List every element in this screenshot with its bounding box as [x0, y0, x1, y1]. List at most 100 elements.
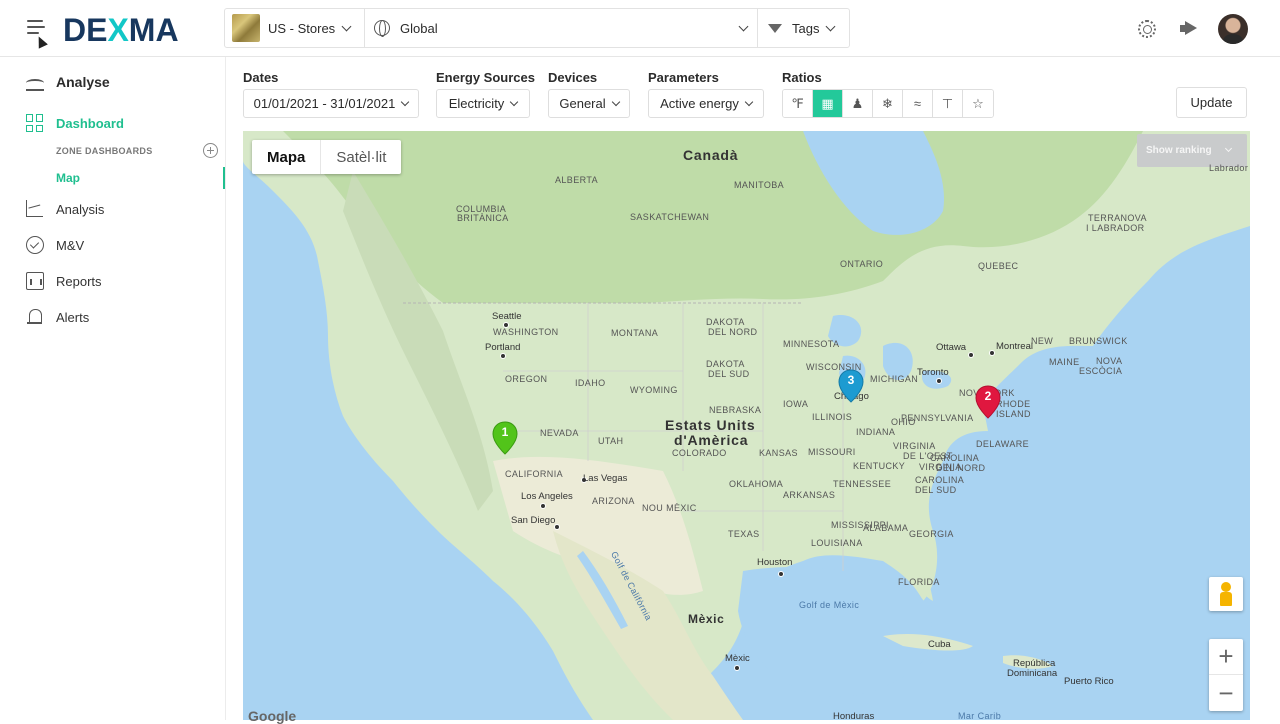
city-label: Mèxic	[725, 653, 750, 664]
city-label: San Diego	[511, 515, 556, 526]
sidebar-item-dashboard[interactable]: Dashboard	[26, 114, 124, 132]
city-label: Las Vegas	[583, 473, 628, 484]
marker-number: 3	[847, 373, 855, 387]
bell-icon	[26, 308, 44, 326]
city-label: Portland	[485, 342, 521, 353]
map-label-region: MISSOURI	[808, 447, 856, 457]
map-label-canada: Canadà	[683, 147, 739, 163]
tags-selector-label: Tags	[792, 20, 820, 36]
map-label-usa: Estats Units	[665, 417, 756, 433]
map-label-region: TERRANOVA	[1088, 213, 1147, 223]
sidebar-section-analyse[interactable]: Analyse	[26, 73, 110, 91]
city-dot	[503, 322, 509, 328]
city-label: Seattle	[492, 311, 522, 322]
line-chart-icon	[26, 200, 44, 218]
map-label-region: DEL NORD	[708, 327, 758, 337]
update-button[interactable]: Update	[1176, 87, 1247, 118]
sidebar: Analyse Dashboard ZONE DASHBOARDS Map An…	[0, 57, 226, 720]
store-marker-1[interactable]: 1	[492, 421, 518, 455]
city-label: Toronto	[917, 367, 949, 378]
store-marker-3[interactable]: 3	[838, 369, 864, 403]
devices-dropdown[interactable]: General	[548, 89, 630, 118]
map-label-region: NOU MÈXIC	[642, 503, 697, 513]
location-selector[interactable]: Global	[365, 9, 758, 47]
people-icon[interactable]: ♟	[843, 90, 873, 117]
chevron-down-icon	[341, 21, 352, 31]
map-type-satellite[interactable]: Satèl·lit	[321, 140, 401, 174]
dashboard-icon	[26, 114, 44, 132]
map-label-region: PENNSYLVANIA	[901, 413, 974, 423]
check-circle-icon	[26, 236, 44, 254]
zoom-control: + −	[1209, 639, 1243, 711]
add-zone-dashboard-icon[interactable]	[203, 143, 218, 158]
city-label: Montreal	[996, 341, 1033, 352]
grid-icon[interactable]: ▦	[813, 90, 843, 117]
chevron-down-icon	[510, 97, 519, 106]
sidebar-item-reports[interactable]: Reports	[26, 272, 102, 290]
city-label: Cuba	[928, 639, 951, 650]
parameters-dropdown[interactable]: Active energy	[648, 89, 764, 118]
map-type-map[interactable]: Mapa	[252, 140, 322, 174]
map-label-region: CALIFORNIA	[505, 469, 564, 479]
devices-label: Devices	[548, 70, 598, 85]
city-label: Ottawa	[936, 342, 967, 353]
sidebar-item-label: Dashboard	[56, 115, 124, 131]
map-label-region: KANSAS	[759, 448, 798, 458]
map-label-region: Labrador	[1209, 163, 1249, 173]
thermo-degree-icon[interactable]: ℉	[783, 90, 813, 117]
map-label-region: VIRGINIA	[893, 441, 936, 451]
sidebar-item-label: Reports	[56, 273, 102, 289]
map-label-region: DELAWARE	[976, 439, 1030, 449]
map-label-region: KENTUCKY	[853, 461, 906, 471]
star-icon[interactable]: ☆	[963, 90, 993, 117]
chevron-down-icon	[401, 97, 410, 106]
map-label-region: MINNESOTA	[783, 339, 840, 349]
energy-sources-dropdown[interactable]: Electricity	[436, 89, 530, 118]
map-view[interactable]: Mapa Satèl·lit Show ranking Canadà Estat…	[243, 131, 1250, 720]
active-indicator	[223, 167, 225, 189]
cup-icon[interactable]: ⊤	[933, 90, 963, 117]
chevron-down-icon	[744, 97, 754, 106]
city-dot	[500, 353, 506, 359]
map-label-region: IOWA	[783, 399, 809, 409]
zoom-in-button[interactable]: +	[1209, 639, 1243, 675]
dates-value: 01/01/2021 - 31/01/2021	[253, 96, 396, 111]
map-label-region: I LABRADOR	[1086, 223, 1145, 233]
map-label-region: TENNESSEE	[833, 479, 892, 489]
cold-thermo-icon[interactable]: ❄	[873, 90, 903, 117]
megaphone-icon[interactable]	[1180, 21, 1198, 36]
thermo-wave-icon[interactable]: ≈	[903, 90, 933, 117]
dates-dropdown[interactable]: 01/01/2021 - 31/01/2021	[243, 89, 419, 118]
sidebar-section-label: Analyse	[56, 74, 110, 90]
user-avatar[interactable]	[1218, 14, 1248, 44]
sidebar-item-mv[interactable]: M&V	[26, 236, 84, 254]
map-label-region: ALBERTA	[555, 175, 598, 185]
sidebar-item-map[interactable]: Map	[56, 171, 80, 185]
street-view-pegman-icon[interactable]	[1209, 577, 1243, 611]
zone-dashboards-heading: ZONE DASHBOARDS	[56, 146, 153, 156]
sidebar-item-label: M&V	[56, 237, 85, 253]
sidebar-item-alerts[interactable]: Alerts	[26, 308, 89, 326]
sidebar-item-analysis[interactable]: Analysis	[26, 200, 104, 218]
map-label-region: INDIANA	[856, 427, 896, 437]
reports-icon	[26, 272, 44, 290]
map-label-region: DE L'OEST	[903, 451, 953, 461]
analyse-icon	[26, 73, 44, 91]
zoom-out-button[interactable]: −	[1209, 675, 1243, 711]
globe-icon	[374, 20, 390, 37]
chevron-down-icon	[1224, 144, 1232, 153]
map-label-region: ONTARIO	[840, 259, 884, 269]
city-label: Honduras	[833, 711, 875, 720]
city-label: Houston	[757, 557, 793, 568]
dexma-logo[interactable]: DEXMA	[63, 12, 179, 49]
map-label-region: BRUNSWICK	[1069, 336, 1128, 346]
map-label-region: UTAH	[598, 436, 624, 446]
tags-selector[interactable]: Tags	[758, 9, 849, 47]
map-label-region: GEORGIA	[909, 529, 954, 539]
map-label-region: ISLAND	[996, 409, 1031, 419]
store-marker-2[interactable]: 2	[975, 385, 1001, 419]
store-selector-label: US - Stores	[268, 20, 336, 36]
sea-label: Mar Carib	[958, 711, 1002, 720]
store-selector[interactable]: US - Stores	[225, 9, 365, 47]
settings-gear-icon[interactable]	[1138, 20, 1156, 38]
